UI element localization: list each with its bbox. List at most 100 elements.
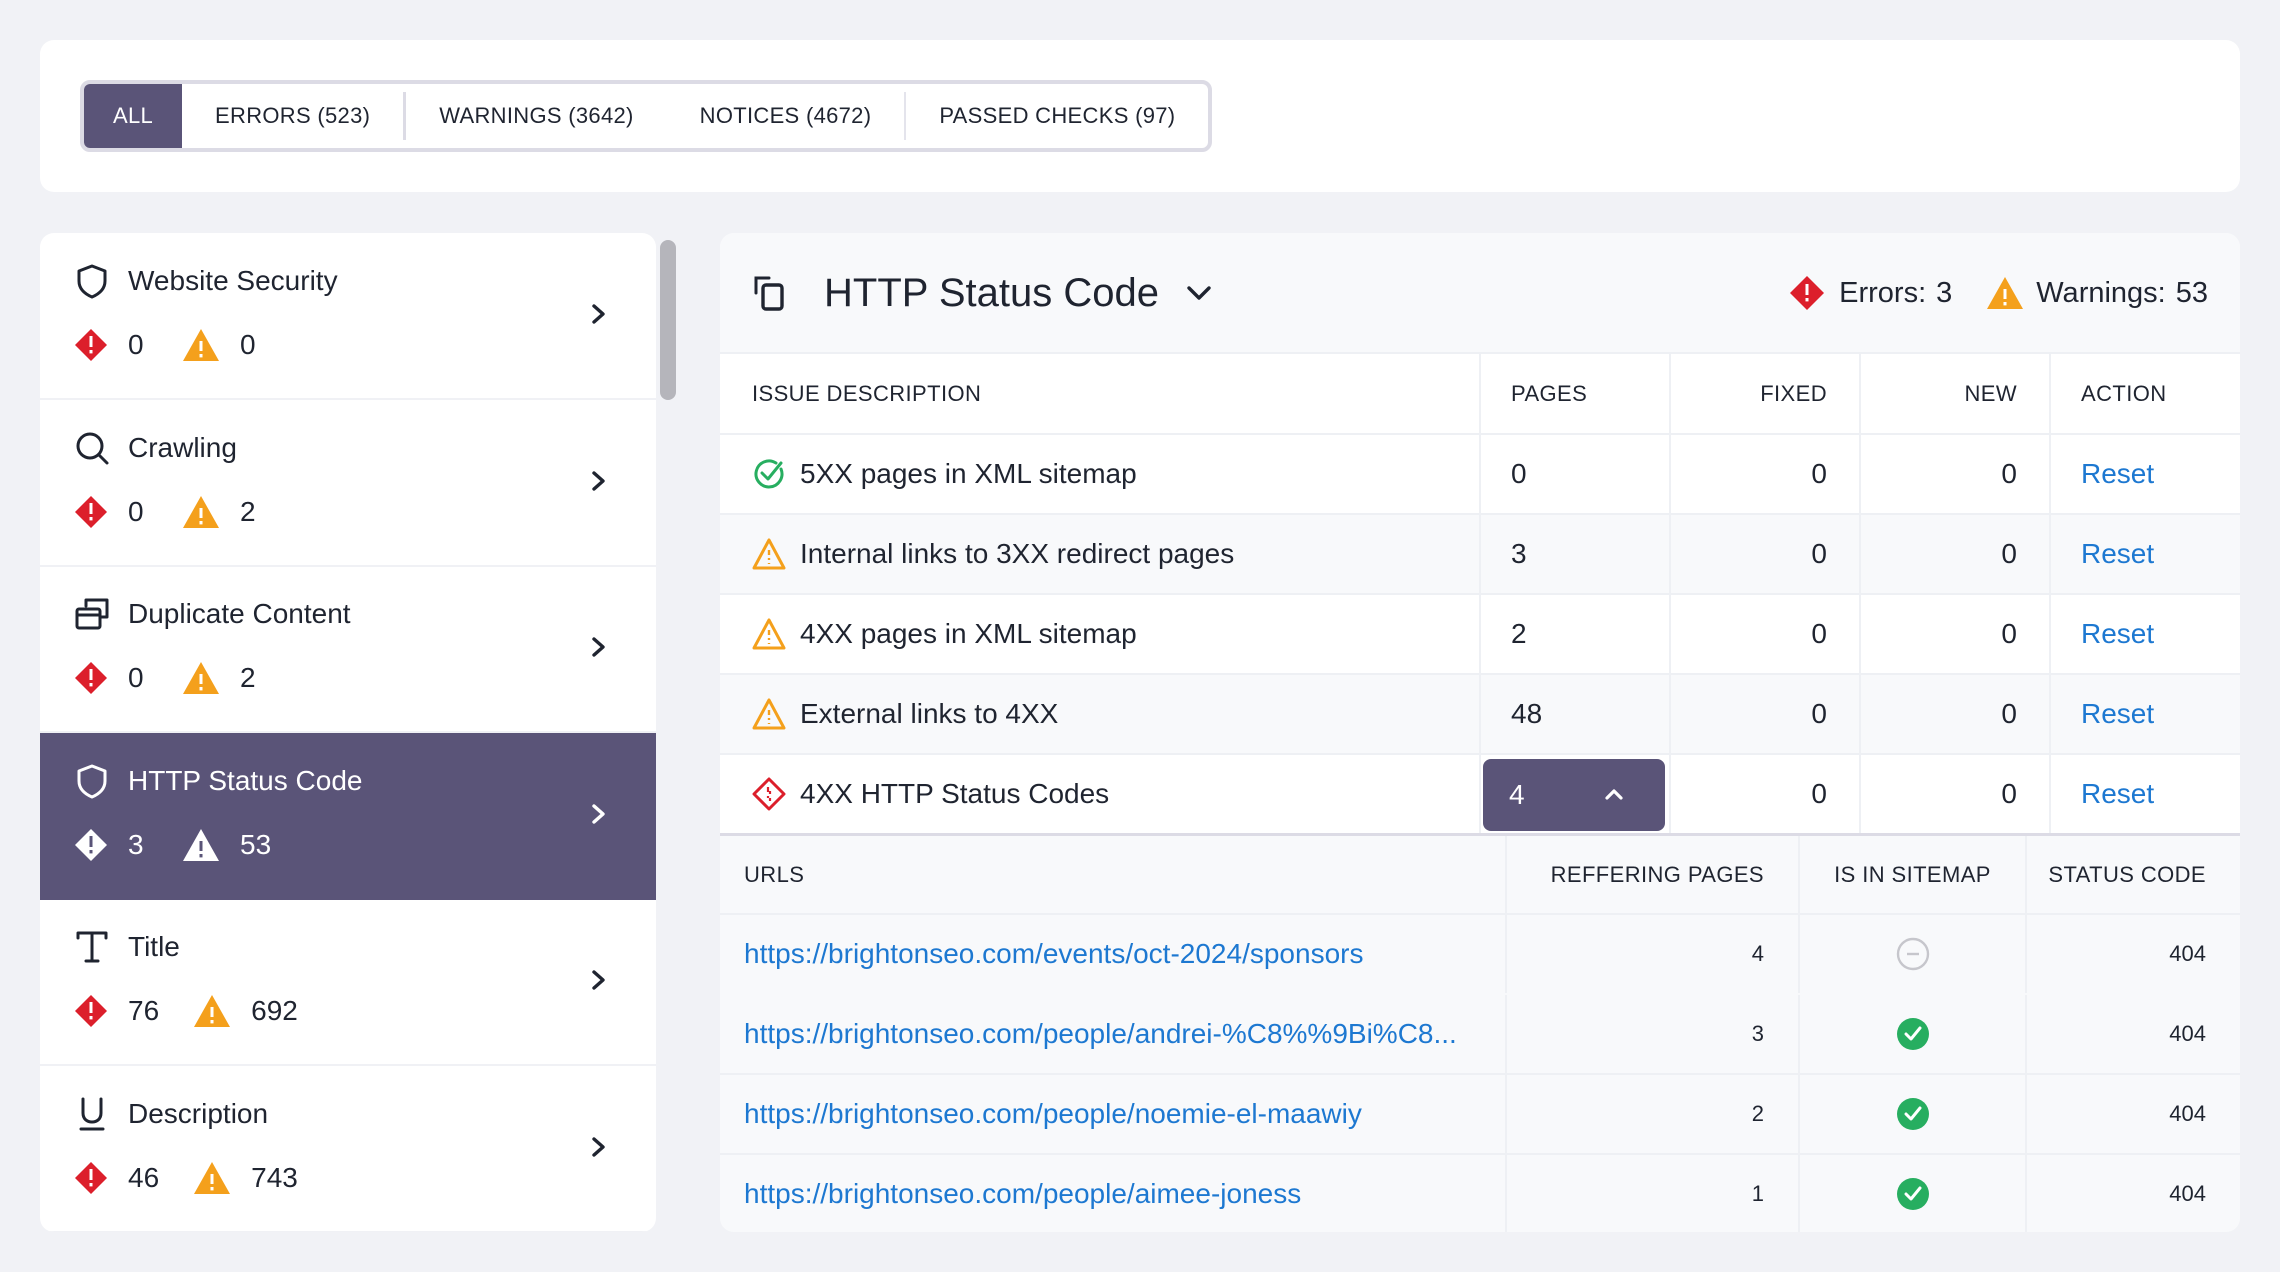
warning-count: 2 [240, 662, 256, 693]
sidebar-item-http-status-code[interactable]: HTTP Status Code 3 53 [40, 732, 656, 900]
url-link[interactable]: https://brightonseo.com/people/aimee-jon… [744, 1178, 1301, 1210]
chevron-right-icon[interactable] [588, 799, 610, 829]
in-sitemap-cell [1800, 1155, 2027, 1232]
fixed-count: 0 [1671, 435, 1861, 513]
error-icon [75, 495, 107, 528]
tab-all[interactable]: ALL [84, 84, 183, 148]
issues-table-header: ISSUE DESCRIPTION PAGES FIXED NEW ACTION [720, 352, 2240, 433]
fixed-count: 0 [1671, 595, 1861, 673]
url-link[interactable]: https://brightonseo.com/events/oct-2024/… [744, 938, 1363, 970]
sidebar-item-title[interactable]: Title 76 692 [40, 899, 656, 1066]
sidebar-item-stats: 0 2 [74, 494, 260, 530]
issue-description: 5XX pages in XML sitemap [800, 458, 1137, 489]
warning-icon [183, 329, 219, 361]
reset-link[interactable]: Reset [2081, 618, 2154, 650]
pages-count[interactable]: 3 [1481, 515, 1671, 593]
column-header-new[interactable]: NEW [1861, 354, 2051, 433]
column-header-status-code[interactable]: STATUS CODE [2027, 836, 2240, 913]
pages-count[interactable]: 48 [1481, 675, 1671, 753]
sidebar-item-label: Website Security [128, 265, 338, 296]
status-code: 404 [2169, 1101, 2206, 1126]
error-count: 0 [128, 495, 144, 527]
issue-row[interactable]: 4XX HTTP Status Codes 4 0 0 Reset [720, 753, 2240, 833]
url-row: https://brightonseo.com/people/noemie-el… [720, 1073, 2240, 1153]
url-link[interactable]: https://brightonseo.com/people/andrei-%C… [744, 1018, 1457, 1050]
referring-pages-count: 3 [1507, 995, 1800, 1073]
panel-header: HTTP Status Code Errors: 3 Warnings: 53 [720, 233, 2240, 352]
pages-count[interactable]: 0 [1481, 435, 1671, 513]
chevron-right-icon[interactable] [588, 299, 610, 329]
pages-count[interactable]: 2 [1481, 595, 1671, 673]
copy-icon [754, 276, 784, 311]
column-header-action: ACTION [2081, 380, 2167, 406]
issue-panel: HTTP Status Code Errors: 3 Warnings: 53 … [720, 233, 2240, 1232]
error-count: 46 [128, 1161, 160, 1193]
chevron-right-icon[interactable] [588, 965, 610, 995]
warning-outline-icon [752, 618, 786, 650]
reset-link[interactable]: Reset [2081, 778, 2154, 810]
column-header-pages[interactable]: PAGES [1481, 354, 1671, 433]
tab-notices[interactable]: NOTICES (4672) [667, 84, 905, 148]
new-count: 0 [1861, 435, 2051, 513]
warning-outline-icon [752, 538, 786, 570]
url-link[interactable]: https://brightonseo.com/people/noemie-el… [744, 1098, 1362, 1130]
column-header-in-sitemap[interactable]: IS IN SITEMAP [1800, 836, 2027, 913]
sidebar-item-label: Duplicate Content [128, 598, 351, 629]
new-count: 0 [1861, 675, 2051, 753]
error-icon [75, 1161, 107, 1194]
error-icon [75, 995, 107, 1027]
issue-row[interactable]: Internal links to 3XX redirect pages 3 0 0… [720, 513, 2240, 593]
chevron-right-icon[interactable] [588, 466, 610, 496]
in-sitemap-check-icon [1896, 1098, 1929, 1130]
column-header-referring-pages[interactable]: REFFERING PAGES [1507, 836, 1800, 913]
referring-pages-count: 2 [1507, 1075, 1800, 1153]
sidebar-item-label: Title [128, 931, 180, 962]
action-cell: Reset [2051, 675, 2240, 753]
url-row: https://brightonseo.com/people/aimee-jon… [720, 1153, 2240, 1232]
warning-icon [183, 662, 219, 694]
status-code: 404 [2169, 1021, 2206, 1046]
warning-icon [1987, 277, 2024, 309]
pages-expand-toggle[interactable]: 4 [1483, 759, 1665, 831]
status-code: 404 [2169, 941, 2206, 966]
sidebar-scrollbar[interactable] [660, 240, 676, 400]
tab-passed-checks[interactable]: PASSED CHECKS (97) [906, 84, 1208, 148]
warning-icon [183, 828, 219, 861]
sidebar-item-stats: 76 692 [74, 993, 298, 1029]
warning-count: 53 [240, 828, 272, 860]
sidebar-item-description[interactable]: Description 46 743 [40, 1066, 656, 1232]
sidebar-item-stats: 0 0 [74, 327, 260, 363]
chevron-up-icon [1605, 789, 1623, 800]
tab-errors[interactable]: ERRORS (523) [182, 84, 403, 148]
warnings-count: 53 [2175, 276, 2208, 309]
reset-link[interactable]: Reset [2081, 458, 2154, 490]
sidebar-item-stats: 0 2 [74, 660, 260, 696]
issue-description: External links to 4XX [800, 698, 1059, 729]
sidebar-item-crawling[interactable]: Crawling 0 2 [40, 400, 656, 567]
column-header-fixed[interactable]: FIXED [1671, 354, 1861, 433]
sidebar-item-stats: 3 53 [74, 827, 271, 863]
chevron-right-icon[interactable] [588, 632, 610, 662]
issue-row[interactable]: External links to 4XX 48 0 0 Reset [720, 673, 2240, 753]
reset-link[interactable]: Reset [2081, 538, 2154, 570]
status-code: 404 [2169, 1181, 2206, 1206]
issue-description-cell: 5XX pages in XML sitemap [720, 435, 1481, 513]
warning-outline-icon [752, 698, 786, 730]
pages-count: 4 [1509, 779, 1525, 810]
sidebar-item-label: HTTP Status Code [128, 764, 363, 796]
sidebar-item-duplicate-content[interactable]: Duplicate Content 0 2 [40, 566, 656, 733]
warning-icon [183, 495, 219, 528]
reset-link[interactable]: Reset [2081, 698, 2154, 730]
column-header-description[interactable]: ISSUE DESCRIPTION [720, 354, 1481, 433]
error-icon [75, 662, 107, 694]
tab-warnings[interactable]: WARNINGS (3642) [406, 84, 666, 148]
issue-row[interactable]: 4XX pages in XML sitemap 2 0 0 Reset [720, 593, 2240, 673]
fixed-count: 0 [1671, 515, 1861, 593]
new-count: 0 [1861, 755, 2051, 833]
chevron-right-icon[interactable] [588, 1132, 610, 1162]
shield-icon [77, 764, 107, 798]
sidebar-item-website-security[interactable]: Website Security 0 0 [40, 233, 656, 400]
issue-row[interactable]: 5XX pages in XML sitemap 0 0 0 Reset [720, 433, 2240, 513]
issue-description-cell: Internal links to 3XX redirect pages [720, 515, 1481, 593]
chevron-down-icon[interactable] [1184, 281, 1214, 305]
